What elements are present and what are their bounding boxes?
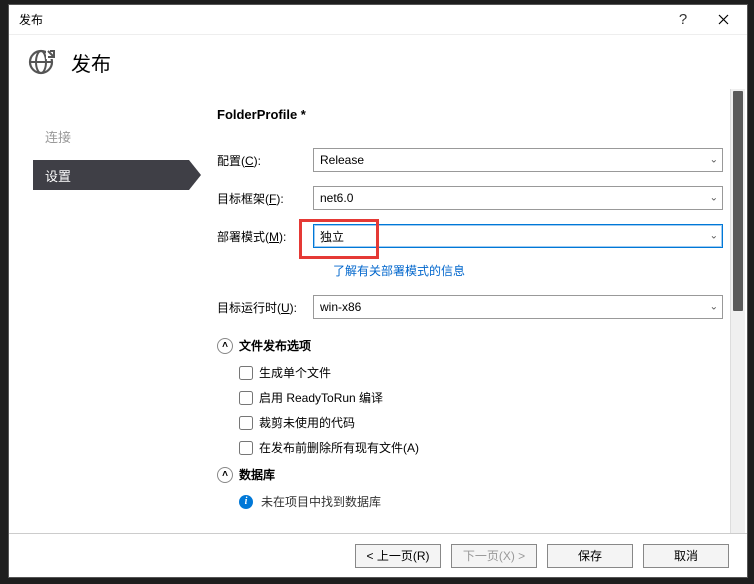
select-target-framework[interactable]: net6.0 ⌄ xyxy=(313,186,723,210)
prev-button[interactable]: < 上一页(R) xyxy=(355,544,441,568)
info-icon: i xyxy=(239,495,253,509)
label-configuration: 配置(C): xyxy=(217,152,313,169)
check-readytorun[interactable]: 启用 ReadyToRun 编译 xyxy=(239,389,723,406)
title-bar: 发布 ? xyxy=(9,5,747,35)
label-target-runtime: 目标运行时(U): xyxy=(217,299,313,316)
globe-icon xyxy=(25,46,57,78)
chevron-down-icon: ⌄ xyxy=(710,155,718,166)
chevron-down-icon: ⌄ xyxy=(710,231,718,242)
section-file-publish-options[interactable]: ˄ 文件发布选项 xyxy=(217,337,723,354)
dialog-header: 发布 xyxy=(9,35,747,89)
label-deploy-mode: 部署模式(M): xyxy=(217,228,313,245)
select-configuration[interactable]: Release ⌄ xyxy=(313,148,723,172)
label-target-framework: 目标框架(F): xyxy=(217,190,313,207)
close-button[interactable] xyxy=(703,6,743,34)
database-info: i 未在项目中找到数据库 xyxy=(217,493,723,510)
next-button: 下一页(X) > xyxy=(451,544,537,568)
row-target-framework: 目标框架(F): net6.0 ⌄ xyxy=(217,186,723,210)
page-title: 发布 xyxy=(71,48,111,77)
deploy-mode-info-link[interactable]: 了解有关部署模式的信息 xyxy=(333,264,465,278)
row-deploy-mode: 部署模式(M): 独立 ⌄ xyxy=(217,224,723,248)
close-icon xyxy=(718,14,729,25)
settings-content: FolderProfile * 配置(C): Release ⌄ 目标框架(F)… xyxy=(189,89,747,533)
scrollbar-thumb[interactable] xyxy=(733,91,743,311)
profile-title: FolderProfile * xyxy=(217,107,723,122)
check-single-file[interactable]: 生成单个文件 xyxy=(239,364,723,381)
vertical-scrollbar[interactable] xyxy=(730,89,745,533)
save-button[interactable]: 保存 xyxy=(547,544,633,568)
sidebar: 连接 设置 xyxy=(9,89,189,533)
file-options-list: 生成单个文件 启用 ReadyToRun 编译 裁剪未使用的代码 在发布前删除所… xyxy=(217,364,723,456)
row-configuration: 配置(C): Release ⌄ xyxy=(217,148,723,172)
chevron-up-icon: ˄ xyxy=(217,467,233,483)
sidebar-item-connect[interactable]: 连接 xyxy=(9,119,189,154)
cancel-button[interactable]: 取消 xyxy=(643,544,729,568)
section-database[interactable]: ˄ 数据库 xyxy=(217,466,723,483)
select-target-runtime[interactable]: win-x86 ⌄ xyxy=(313,295,723,319)
chevron-up-icon: ˄ xyxy=(217,338,233,354)
dialog-body: 连接 设置 FolderProfile * 配置(C): Release ⌄ 目… xyxy=(9,89,747,533)
check-trim-unused[interactable]: 裁剪未使用的代码 xyxy=(239,414,723,431)
deploy-mode-info: 了解有关部署模式的信息 xyxy=(333,262,723,279)
dialog-footer: < 上一页(R) 下一页(X) > 保存 取消 xyxy=(9,533,747,577)
row-target-runtime: 目标运行时(U): win-x86 ⌄ xyxy=(217,295,723,319)
window-title: 发布 xyxy=(19,11,43,28)
help-button[interactable]: ? xyxy=(663,6,703,34)
chevron-down-icon: ⌄ xyxy=(710,193,718,204)
select-deploy-mode[interactable]: 独立 ⌄ xyxy=(313,224,723,248)
check-delete-existing[interactable]: 在发布前删除所有现有文件(A) xyxy=(239,439,723,456)
sidebar-item-settings[interactable]: 设置 xyxy=(33,160,189,190)
chevron-down-icon: ⌄ xyxy=(710,302,718,313)
publish-dialog: 发布 ? 发布 连接 设置 FolderProfil xyxy=(8,4,748,578)
